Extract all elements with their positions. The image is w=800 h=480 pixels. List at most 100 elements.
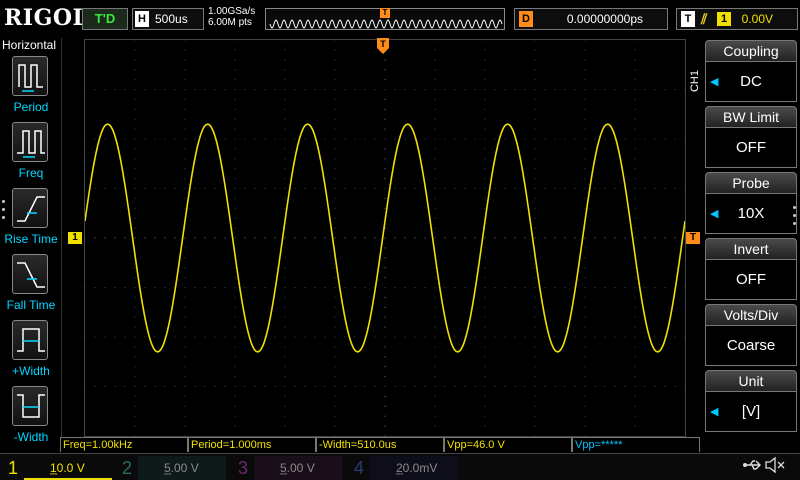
ch2-number: 2 xyxy=(121,458,132,478)
trigger-level-value: 0.00V xyxy=(741,12,773,26)
ch1-number: 1 xyxy=(7,458,18,478)
trigger-level-marker[interactable]: T xyxy=(686,232,700,244)
left-arrow-icon: ◀ xyxy=(710,208,719,220)
ch1-status[interactable]: 1 ⎓ 10.0 V xyxy=(2,456,114,480)
waveform-grid xyxy=(85,40,685,436)
coupling-value: DC xyxy=(740,73,762,90)
invert-title: Invert xyxy=(705,238,797,260)
ch3-number: 3 xyxy=(237,458,248,478)
ch4-scale: ⎓ 20.0mV xyxy=(370,456,458,480)
ch2-status[interactable]: 2 ⎓ 5.00 V xyxy=(116,456,228,480)
bw-limit-value: OFF xyxy=(736,139,766,156)
sample-rate: 1.00GSa/s xyxy=(208,6,256,17)
delay-tag: D xyxy=(519,11,533,27)
volts-div-value-box: Coarse xyxy=(705,326,797,366)
measure-period-button[interactable]: Period xyxy=(0,56,62,120)
invert-value: OFF xyxy=(736,271,766,288)
trigger-tag: T xyxy=(681,11,695,27)
positive-width-icon xyxy=(12,320,48,360)
measure-negative-width-button[interactable]: -Width xyxy=(0,386,62,450)
ch1-offset-marker[interactable]: 1 xyxy=(68,232,82,244)
measure-frequency-button[interactable]: Freq xyxy=(0,122,62,186)
measure-rise-time-button[interactable]: Rise Time xyxy=(0,188,62,252)
measurement-frequency[interactable]: Freq=1.00kHz xyxy=(60,437,188,452)
measure-frequency-label: Freq xyxy=(18,166,44,180)
measure-rise-time-label: Rise Time xyxy=(4,232,58,246)
measure-positive-width-label: +Width xyxy=(12,364,50,378)
run-state-indicator[interactable]: T'D xyxy=(82,8,128,30)
waveform-display[interactable] xyxy=(84,39,686,437)
measurement-negative-width[interactable]: -Width=510.0us xyxy=(316,437,444,452)
measurement-results-bar: Freq=1.00kHz Period=1.000ms -Width=510.0… xyxy=(60,437,700,453)
channel-menu-label: CH1 xyxy=(689,70,701,93)
measurement-vpp-invalid[interactable]: Vpp=***** xyxy=(572,437,700,452)
rise-time-icon xyxy=(12,188,48,228)
unit-title: Unit xyxy=(705,370,797,392)
probe-value: 10X xyxy=(737,205,765,222)
unit-value: [V] xyxy=(741,403,761,420)
menu-page-dots-right xyxy=(793,206,797,230)
volts-div-menu-button[interactable]: Volts/Div Coarse xyxy=(705,304,797,368)
memory-depth: 6.00M pts xyxy=(208,17,252,28)
coupling-value-box: ◀ DC xyxy=(705,62,797,102)
bw-limit-value-box: OFF xyxy=(705,128,797,168)
invert-menu-button[interactable]: Invert OFF xyxy=(705,238,797,302)
ch3-scale: ⎓ 5.00 V xyxy=(254,456,342,480)
ch3-status[interactable]: 3 ⎓ 5.00 V xyxy=(232,456,344,480)
ch4-status[interactable]: 4 ⎓ 20.0mV xyxy=(348,456,460,480)
horizontal-delay-indicator[interactable]: D 0.00000000ps xyxy=(514,8,668,30)
acquisition-info: 1.00GSa/s 6.00M pts xyxy=(208,6,255,28)
delay-value: 0.00000000ps xyxy=(566,12,643,26)
fall-time-icon xyxy=(12,254,48,294)
measure-menu-title: Horizontal xyxy=(2,38,57,52)
unit-menu-button[interactable]: Unit ◀ [V] xyxy=(705,370,797,434)
measurement-vpp-ch1[interactable]: Vpp=46.0 V xyxy=(444,437,572,452)
menu-page-dots-left xyxy=(2,200,6,224)
ch4-number: 4 xyxy=(353,458,364,478)
measure-menu: Horizontal Period Freq Rise Time Fall Ti… xyxy=(0,38,62,444)
left-arrow-icon: ◀ xyxy=(710,76,719,88)
dc-coupling-icon: ⎓ xyxy=(280,469,288,479)
ch2-scale: ⎓ 5.00 V xyxy=(138,456,226,480)
timebase-indicator[interactable]: H 500us xyxy=(132,8,204,30)
period-icon xyxy=(12,56,48,96)
bw-limit-menu-button[interactable]: BW Limit OFF xyxy=(705,106,797,170)
rising-edge-icon: ⫽ xyxy=(701,11,708,27)
timebase-tag: H xyxy=(135,11,149,27)
volts-div-value: Coarse xyxy=(726,337,776,354)
coupling-title: Coupling xyxy=(705,40,797,62)
dc-coupling-icon: ⎓ xyxy=(50,469,58,479)
unit-value-box: ◀ [V] xyxy=(705,392,797,432)
negative-width-icon xyxy=(12,386,48,426)
ch1-scale: ⎓ 10.0 V xyxy=(24,456,112,480)
measure-fall-time-button[interactable]: Fall Time xyxy=(0,254,62,318)
trigger-position-marker[interactable]: T xyxy=(377,38,389,54)
probe-value-box: ◀ 10X xyxy=(705,194,797,234)
dc-coupling-icon: ⎓ xyxy=(396,469,404,479)
trigger-source-badge: 1 xyxy=(717,12,731,26)
measure-fall-time-label: Fall Time xyxy=(6,298,56,312)
volts-div-title: Volts/Div xyxy=(705,304,797,326)
measure-period-label: Period xyxy=(13,100,49,114)
trigger-position-label: T xyxy=(380,39,386,49)
probe-menu-button[interactable]: Probe ◀ 10X xyxy=(705,172,797,236)
usb-icon xyxy=(743,460,761,470)
probe-title: Probe xyxy=(705,172,797,194)
speaker-muted-icon[interactable] xyxy=(764,456,786,474)
measurement-period[interactable]: Period=1.000ms xyxy=(188,437,316,452)
channel-status-bar: 1 ⎓ 10.0 V 2 ⎓ 5.00 V 3 ⎓ 5.00 V 4 ⎓ 20.… xyxy=(0,453,800,480)
memory-overview-bar[interactable]: T xyxy=(265,8,505,30)
measure-negative-width-label: -Width xyxy=(13,430,49,444)
invert-value-box: OFF xyxy=(705,260,797,300)
trigger-indicator[interactable]: T ⫽ 1 0.00V xyxy=(676,8,798,30)
measure-positive-width-button[interactable]: +Width xyxy=(0,320,62,384)
dc-coupling-icon: ⎓ xyxy=(164,469,172,479)
brand-logo: RIGOL xyxy=(4,5,89,31)
top-status-bar: RIGOL T'D H 500us 1.00GSa/s 6.00M pts T … xyxy=(0,0,800,38)
coupling-menu-button[interactable]: Coupling ◀ DC xyxy=(705,40,797,104)
timebase-value: 500us xyxy=(155,12,188,26)
memory-trigger-marker: T xyxy=(380,8,390,18)
frequency-icon xyxy=(12,122,48,162)
bw-limit-title: BW Limit xyxy=(705,106,797,128)
left-arrow-icon: ◀ xyxy=(710,406,719,418)
